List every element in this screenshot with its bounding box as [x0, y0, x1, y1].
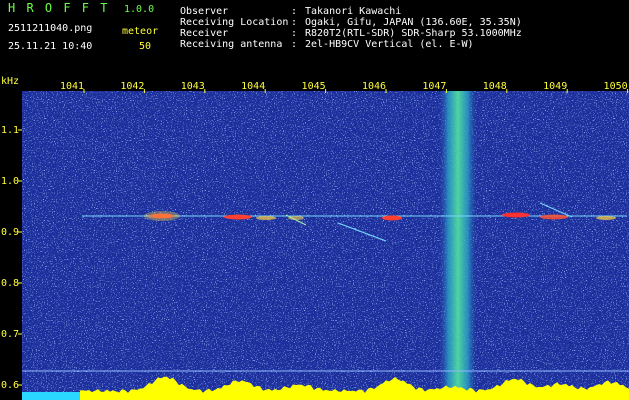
- info-label-location: Receiving Location: [180, 17, 289, 28]
- meteor-echo: [224, 214, 252, 220]
- y-tick-label: 0.6: [1, 380, 19, 391]
- spectrogram: 1041 1042 1043 1044 1045 1046 1047 1048 1049 1050…: [0, 75, 629, 400]
- level-marker: [22, 392, 80, 400]
- x-tick-label: 1050: [604, 81, 628, 92]
- y-tick-label: 0.9: [1, 227, 19, 238]
- app-logo: H R O F F T: [8, 1, 110, 15]
- info-label-receiver: Receiver: [180, 28, 229, 39]
- mode-count: 50: [139, 41, 152, 52]
- x-tick-label: 1046: [362, 81, 386, 92]
- meteor-echo: [288, 216, 304, 220]
- filename-label: 2511211040.png: [8, 23, 93, 34]
- x-tick-label: 1042: [120, 81, 144, 92]
- info-label-observer: Observer: [180, 6, 229, 17]
- info-label-antenna: Receiving antenna: [180, 39, 283, 50]
- x-tick-label: 1041: [60, 81, 84, 92]
- x-tick-label: 1045: [302, 81, 326, 92]
- x-tick-label: 1047: [422, 81, 446, 92]
- noise-texture: [0, 75, 629, 400]
- meteor-echo: [256, 216, 276, 220]
- y-tick-label: 0.8: [1, 278, 19, 289]
- y-tick-label: 1.1: [1, 125, 19, 136]
- info-colon: :: [291, 39, 298, 50]
- meteor-echo: [502, 212, 530, 218]
- meteor-echo-halo: [144, 211, 180, 221]
- x-tick-label: 1048: [483, 81, 507, 92]
- mode-label: meteor: [122, 26, 159, 37]
- header-panel: H R O F F T 1.0.0 2511211040.png 25.11.2…: [0, 0, 629, 75]
- info-colon: :: [291, 28, 298, 39]
- x-tick-label: 1043: [181, 81, 205, 92]
- info-value-observer: Takanori Kawachi: [305, 6, 402, 17]
- x-tick-label: 1044: [241, 81, 265, 92]
- timestamp-label: 25.11.21 10:40: [8, 41, 93, 52]
- y-axis-unit: kHz: [1, 76, 19, 87]
- info-value-location: Ogaki, Gifu, JAPAN (136.60E, 35.35N): [305, 17, 522, 28]
- meteor-echo: [540, 214, 568, 220]
- meteor-echo: [596, 216, 616, 220]
- info-colon: :: [291, 17, 298, 28]
- meteor-echo: [382, 215, 402, 221]
- info-colon: :: [291, 6, 298, 17]
- info-value-receiver: R820T2(RTL-SDR) SDR-Sharp 53.1000MHz: [305, 28, 522, 39]
- interference-band: [438, 91, 478, 391]
- app-version: 1.0.0: [124, 4, 155, 15]
- y-tick-label: 1.0: [1, 176, 19, 187]
- info-value-antenna: 2el-HB9CV Vertical (el. E-W): [305, 39, 474, 50]
- x-tick-label: 1049: [543, 81, 567, 92]
- y-tick-label: 0.7: [1, 329, 19, 340]
